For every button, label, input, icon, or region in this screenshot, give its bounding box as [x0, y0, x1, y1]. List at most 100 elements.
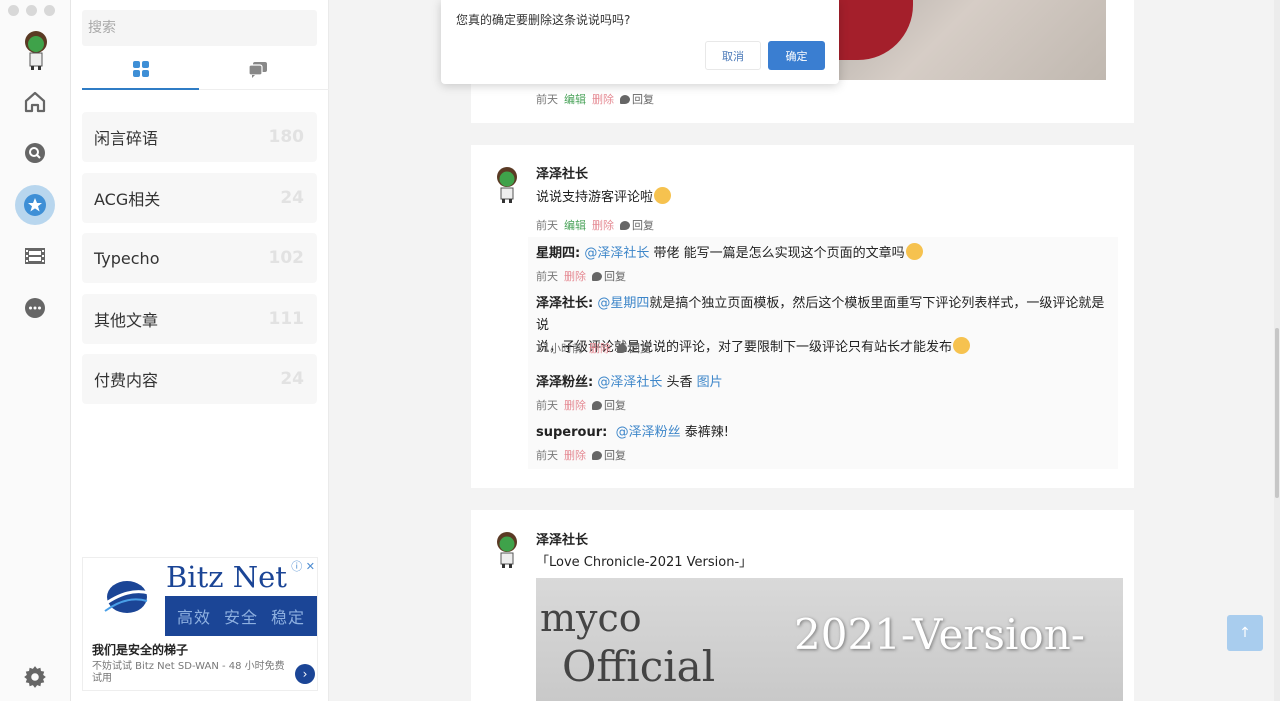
comment-author[interactable]: 泽泽社长: — [536, 296, 593, 311]
ad-brand: Bitz Net — [166, 560, 287, 594]
comment-time: 前天 — [536, 399, 558, 412]
tab-categories[interactable] — [82, 50, 199, 90]
film-icon — [25, 248, 45, 264]
comment-mention[interactable]: @星期四 — [597, 296, 649, 311]
category-name: 付费内容 — [94, 371, 159, 390]
post-author[interactable]: 泽泽社长 — [536, 163, 588, 182]
ad-description: 不妨试试 Bitz Net SD-WAN - 48 小时免费试用 — [92, 661, 285, 684]
tab-comments[interactable] — [199, 50, 316, 90]
category-item[interactable]: Typecho 102 — [82, 233, 317, 283]
back-to-top-button[interactable]: ↑ — [1227, 615, 1263, 651]
category-panel: 闲言碎语 180 ACG相关 24 Typecho 102 其他文章 111 付费内容 2… — [71, 0, 329, 701]
search-nav-button[interactable] — [15, 133, 55, 173]
category-item[interactable]: 其他文章 111 — [82, 293, 317, 344]
reply-link[interactable]: 回复 — [620, 217, 654, 233]
gear-icon[interactable] — [22, 664, 48, 690]
post-text: 说说支持游客评论啦 — [536, 190, 654, 205]
ad-tagline: 高效 安全 稳定 — [165, 596, 317, 636]
comment-author[interactable]: 泽泽粉丝: — [536, 375, 593, 390]
comment-mention[interactable]: @泽泽粉丝 — [616, 425, 681, 440]
comment-icon — [617, 343, 627, 353]
comment-author[interactable]: 星期四: — [536, 246, 580, 261]
category-name: ACG相关 — [94, 189, 161, 209]
reply-link[interactable]: 回复 — [592, 268, 626, 284]
window-close-dot[interactable] — [8, 5, 19, 16]
comment-time: 21小时前 — [536, 342, 583, 355]
video-thumbnail[interactable]: myco Official 2021-Version- — [536, 578, 1123, 701]
comment-item: 星期四: @泽泽社长 带佬 能写一篇是怎么实现这个页面的文章吗 — [536, 243, 923, 265]
comment-author[interactable]: superour: — [536, 425, 607, 440]
comment-icon — [592, 271, 602, 281]
cat-emoji-icon — [953, 337, 971, 354]
ad-banner[interactable]: Bitz Net 高效 安全 稳定 ⓘ ✕ 我们是安全的梯子 不妨试试 Bitz… — [82, 557, 318, 691]
video-nav-button[interactable] — [15, 236, 55, 276]
confirm-dialog: 您真的确定要删除这条说说吗吗? 取消 确定 — [441, 0, 839, 84]
ad-close-icon[interactable]: ⓘ ✕ — [291, 558, 315, 574]
post-content: 说说支持游客评论啦 — [536, 186, 672, 205]
post-meta: 前天 编辑 删除 回复 — [536, 217, 654, 233]
post-photo[interactable] — [838, 0, 1106, 80]
delete-link[interactable]: 删除 — [564, 447, 586, 463]
favorites-button[interactable] — [15, 185, 55, 225]
delete-link[interactable]: 删除 — [592, 91, 614, 107]
cat-emoji-icon — [654, 187, 672, 204]
user-avatar[interactable] — [17, 28, 55, 70]
edit-link[interactable]: 编辑 — [564, 217, 586, 233]
comment-meta: 前天 删除 回复 — [536, 397, 626, 413]
image-link[interactable]: 图片 — [697, 375, 723, 390]
comment-text: 带佬 能写一篇是怎么实现这个页面的文章吗 — [653, 246, 905, 261]
post-meta: 前天 编辑 删除 回复 — [536, 91, 654, 107]
ad-title: 我们是安全的梯子 — [92, 643, 189, 657]
arrow-up-icon: ↑ — [1239, 625, 1251, 641]
edit-link[interactable]: 编辑 — [564, 91, 586, 107]
category-item[interactable]: 闲言碎语 180 — [82, 112, 317, 162]
delete-link[interactable]: 删除 — [564, 268, 586, 284]
comment-mention[interactable]: @泽泽社长 — [584, 246, 649, 261]
comment-meta: 21小时前 删除 回复 — [536, 340, 651, 356]
window-minimize-dot[interactable] — [26, 5, 37, 16]
delete-link[interactable]: 删除 — [564, 397, 586, 413]
post-author[interactable]: 泽泽社长 — [536, 529, 588, 548]
category-list: 闲言碎语 180 ACG相关 24 Typecho 102 其他文章 111 付费内容 2… — [82, 112, 317, 415]
comment-icon — [620, 94, 630, 104]
comment-text: 泰裤辣! — [684, 425, 729, 440]
confirm-button[interactable]: 确定 — [768, 41, 825, 70]
category-count: 24 — [280, 187, 304, 208]
category-name: Typecho — [94, 248, 160, 268]
comment-text: 头香 — [666, 375, 693, 390]
reply-link[interactable]: 回复 — [617, 340, 651, 356]
category-count: 24 — [280, 369, 304, 389]
reply-label: 回复 — [632, 93, 654, 106]
window-controls — [8, 5, 55, 16]
post-time: 前天 — [536, 93, 558, 106]
search-input[interactable] — [82, 10, 317, 46]
comment-item: 泽泽粉丝: @泽泽社长 头香 图片 — [536, 372, 723, 394]
reply-link[interactable]: 回复 — [592, 397, 626, 413]
ad-tagline-word: 安全 — [223, 608, 258, 627]
scrollbar-thumb[interactable] — [1275, 328, 1279, 498]
reply-link[interactable]: 回复 — [592, 447, 626, 463]
category-count: 111 — [268, 308, 305, 329]
chevron-right-icon[interactable]: › — [295, 664, 315, 684]
window-zoom-dot[interactable] — [44, 5, 55, 16]
icon-rail — [0, 0, 71, 701]
author-avatar[interactable] — [490, 164, 524, 204]
category-item[interactable]: 付费内容 24 — [82, 354, 317, 404]
comment-meta: 前天 删除 回复 — [536, 268, 626, 284]
category-item[interactable]: ACG相关 24 — [82, 172, 317, 223]
cancel-button[interactable]: 取消 — [705, 41, 761, 70]
comment-time: 前天 — [536, 270, 558, 283]
author-avatar[interactable] — [490, 529, 524, 569]
reply-label: 回复 — [604, 270, 626, 283]
reply-link[interactable]: 回复 — [620, 91, 654, 107]
video-title-line: 2021-Version- — [794, 610, 1085, 659]
home-button[interactable] — [15, 82, 55, 122]
video-title-line: Official — [562, 642, 716, 691]
comment-mention[interactable]: @泽泽社长 — [597, 375, 662, 390]
post-time: 前天 — [536, 219, 558, 232]
delete-link[interactable]: 删除 — [592, 217, 614, 233]
delete-link[interactable]: 删除 — [589, 340, 611, 356]
more-button[interactable] — [15, 288, 55, 328]
comments-icon — [247, 62, 267, 78]
reply-label: 回复 — [629, 342, 651, 355]
